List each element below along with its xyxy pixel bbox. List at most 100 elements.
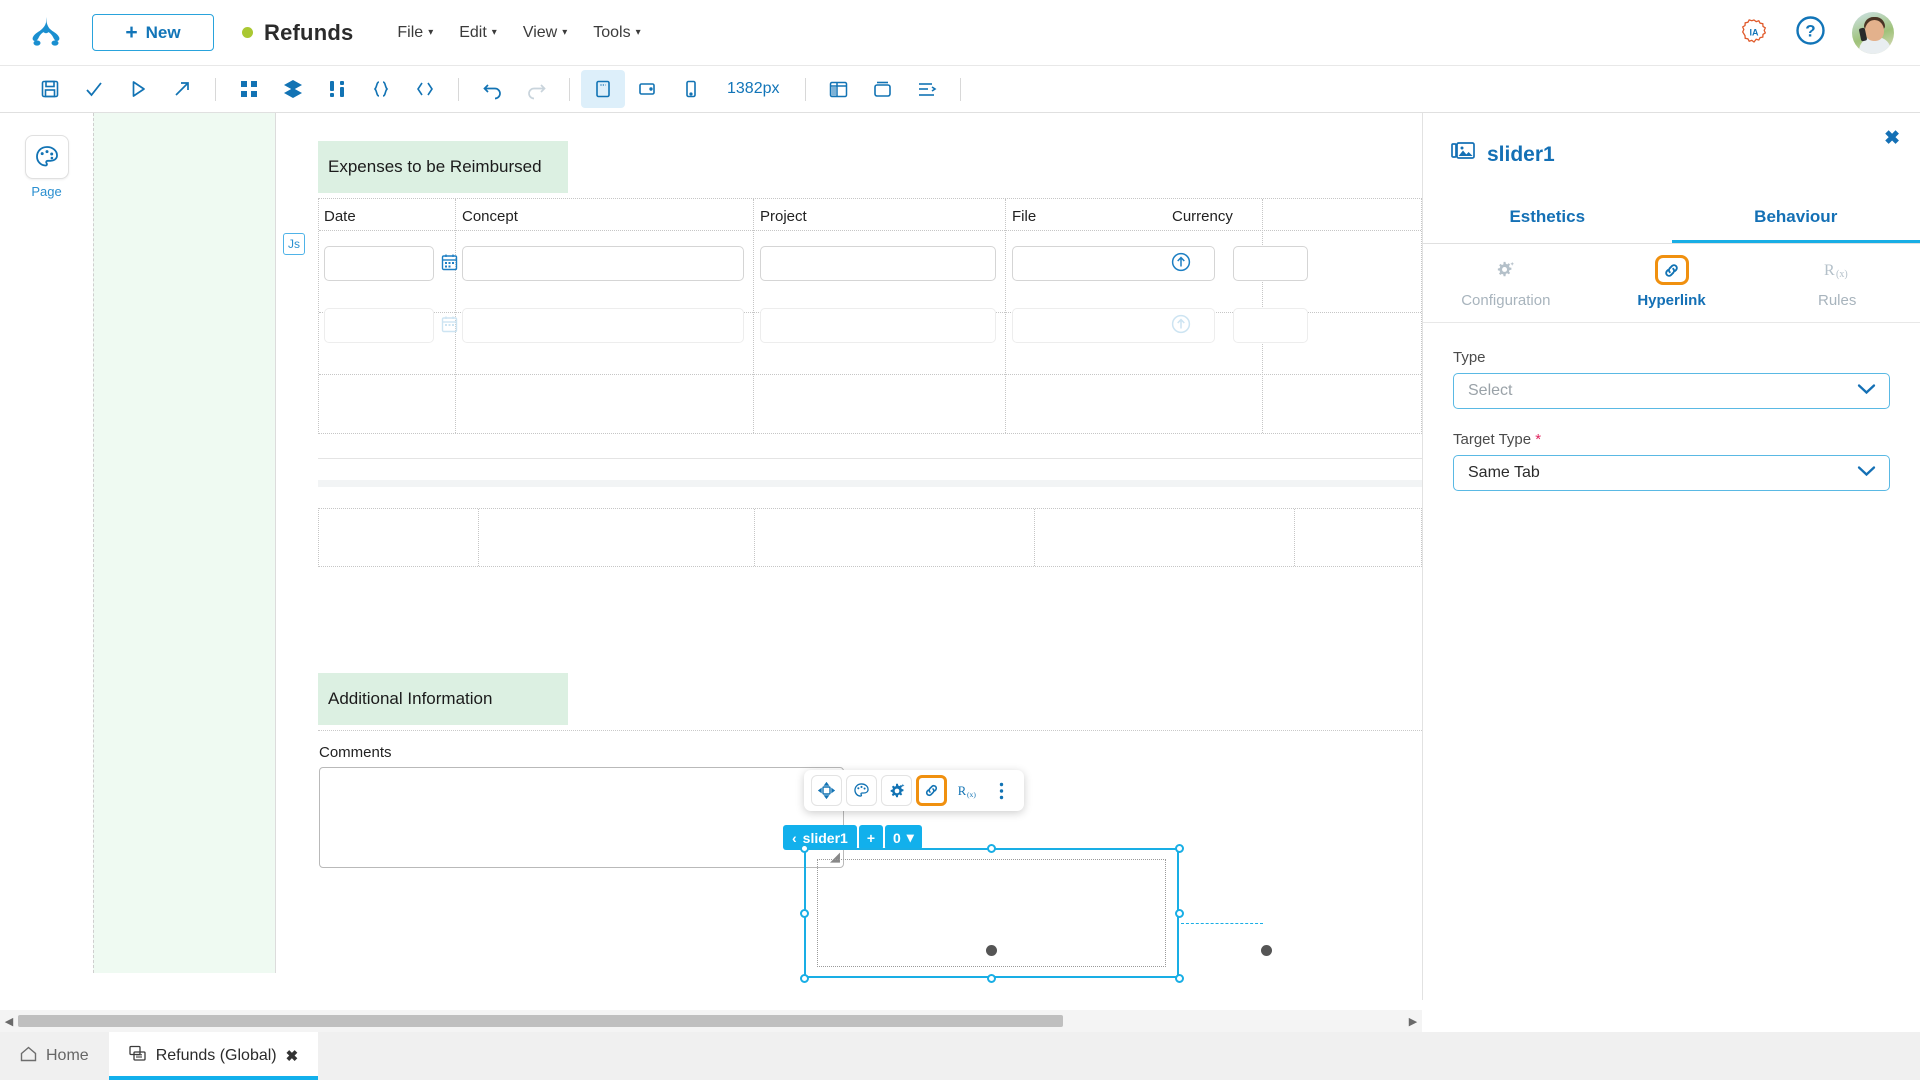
scrollbar-track[interactable] — [18, 1015, 1404, 1027]
save-icon[interactable] — [28, 70, 72, 108]
chevron-down-icon: ▾ — [428, 27, 433, 38]
avatar[interactable] — [1852, 12, 1894, 54]
svg-text:IA: IA — [1750, 27, 1760, 37]
top-bar-right: IA ? — [1739, 12, 1920, 54]
rules-rx-icon[interactable]: R (x) — [951, 775, 982, 806]
expense-date-input-ghost[interactable] — [324, 308, 434, 343]
layers-stack-icon[interactable] — [271, 70, 315, 108]
app-logo[interactable] — [0, 13, 92, 53]
sidebar-item-page[interactable]: Page — [0, 135, 93, 199]
upload-icon — [1171, 314, 1191, 339]
menu-view-label: View — [523, 24, 557, 42]
desktop-view-icon[interactable] — [581, 70, 625, 108]
new-button[interactable]: + New — [92, 14, 214, 51]
comments-label: Comments — [319, 744, 392, 761]
secondary-table[interactable] — [318, 508, 1422, 567]
expense-concept-input[interactable] — [462, 246, 744, 281]
scroll-left-arrow-icon[interactable]: ◀ — [0, 1015, 18, 1028]
expense-concept-input-ghost[interactable] — [462, 308, 744, 343]
help-svg: ? — [1795, 15, 1826, 46]
home-icon — [20, 1046, 37, 1067]
expense-currency-input-ghost[interactable] — [1233, 308, 1308, 343]
tab-esthetics[interactable]: Esthetics — [1423, 194, 1672, 243]
container-icon[interactable] — [861, 70, 905, 108]
more-options-icon[interactable] — [986, 775, 1017, 806]
expense-project-input-ghost[interactable] — [760, 308, 996, 343]
resize-handle-nw[interactable] — [800, 844, 809, 853]
table-col-divider — [1035, 509, 1295, 566]
component-index-label: 0 — [893, 830, 901, 846]
resize-handle-se[interactable] — [1175, 974, 1184, 983]
resize-handle-n[interactable] — [987, 844, 996, 853]
component-add-button[interactable]: + — [859, 825, 883, 850]
svg-text:(x): (x) — [967, 789, 976, 798]
tablet-view-icon[interactable] — [625, 70, 669, 108]
canvas-horizontal-scrollbar[interactable]: ◀ ▶ — [0, 1010, 1422, 1032]
calendar-icon — [441, 315, 458, 338]
data-flow-icon[interactable] — [315, 70, 359, 108]
resize-handle-e[interactable] — [1175, 909, 1184, 918]
scrollbar-thumb[interactable] — [18, 1015, 1063, 1027]
palette-style-icon[interactable] — [846, 775, 877, 806]
svg-text:?: ? — [1805, 21, 1815, 40]
table-header-project: Project — [760, 208, 807, 225]
resize-handle-ne[interactable] — [1175, 844, 1184, 853]
table-header-concept: Concept — [462, 208, 518, 225]
subtab-rules[interactable]: R (x) Rules — [1754, 244, 1920, 322]
menu-tools[interactable]: Tools ▾ — [593, 24, 640, 42]
resize-handle-sw[interactable] — [800, 974, 809, 983]
comments-textarea[interactable]: ◢ — [319, 767, 844, 868]
calendar-icon[interactable] — [441, 253, 458, 276]
variables-braces-icon[interactable] — [359, 70, 403, 108]
play-run-icon[interactable] — [116, 70, 160, 108]
scroll-right-arrow-icon[interactable]: ▶ — [1404, 1015, 1422, 1028]
target-type-select[interactable]: Same Tab — [1453, 455, 1890, 491]
help-icon[interactable]: ? — [1795, 15, 1826, 51]
resize-handle-s[interactable] — [987, 974, 996, 983]
code-icon[interactable] — [403, 70, 447, 108]
bottom-tab-home[interactable]: Home — [0, 1032, 109, 1080]
resize-handle-w[interactable] — [800, 909, 809, 918]
subtab-hyperlink[interactable]: Hyperlink — [1589, 244, 1755, 322]
validate-check-icon[interactable] — [72, 70, 116, 108]
redo-icon[interactable] — [514, 70, 558, 108]
section-header-expenses-label: Expenses to be Reimbursed — [328, 157, 542, 177]
component-action-toolbar[interactable]: R (x) — [804, 770, 1024, 811]
table-header-file: File — [1012, 208, 1036, 225]
upload-icon[interactable] — [1171, 252, 1191, 277]
menu-view[interactable]: View ▾ — [523, 24, 567, 42]
hyperlink-icon[interactable] — [916, 775, 947, 806]
components-grid-icon[interactable] — [227, 70, 271, 108]
configuration-gear-icon[interactable] — [881, 775, 912, 806]
move-drag-icon[interactable] — [811, 775, 842, 806]
viewport-width-value[interactable]: 1382px — [713, 80, 794, 98]
menu-edit[interactable]: Edit ▾ — [459, 24, 497, 42]
component-name-tag[interactable]: ‹ slider1 — [783, 825, 857, 850]
close-icon[interactable]: ✖ — [286, 1047, 299, 1065]
menu-file[interactable]: File ▾ — [397, 24, 433, 42]
align-icon[interactable] — [905, 70, 949, 108]
mobile-view-icon[interactable] — [669, 70, 713, 108]
component-prev-arrow[interactable]: ‹ — [792, 830, 797, 846]
subtab-configuration[interactable]: Configuration — [1423, 244, 1589, 322]
component-index-selector[interactable]: 0 ▾ — [885, 825, 922, 850]
type-select[interactable]: Select — [1453, 373, 1890, 409]
expense-date-input[interactable] — [324, 246, 434, 281]
design-canvas[interactable]: Expenses to be Reimbursed Date Concept P… — [93, 113, 1422, 1000]
close-icon[interactable]: ✖ — [1884, 127, 1900, 150]
expense-project-input[interactable] — [760, 246, 996, 281]
split-layout-icon[interactable] — [817, 70, 861, 108]
toolbar-divider — [215, 78, 216, 101]
ia-assistant-icon[interactable]: IA — [1739, 18, 1769, 48]
js-marker[interactable]: Js — [283, 233, 305, 255]
bottom-tab-refunds[interactable]: Refunds (Global) ✖ — [109, 1032, 319, 1080]
tab-behaviour[interactable]: Behaviour — [1672, 194, 1920, 243]
chevron-down-icon — [1857, 382, 1876, 400]
type-select-placeholder: Select — [1468, 382, 1512, 400]
configuration-gear-icon — [1489, 255, 1523, 285]
deploy-share-icon[interactable] — [160, 70, 204, 108]
expense-currency-input[interactable] — [1233, 246, 1308, 281]
slider-indicator-dot — [1261, 945, 1272, 956]
undo-icon[interactable] — [470, 70, 514, 108]
panel-title-row: slider1 — [1423, 113, 1920, 168]
